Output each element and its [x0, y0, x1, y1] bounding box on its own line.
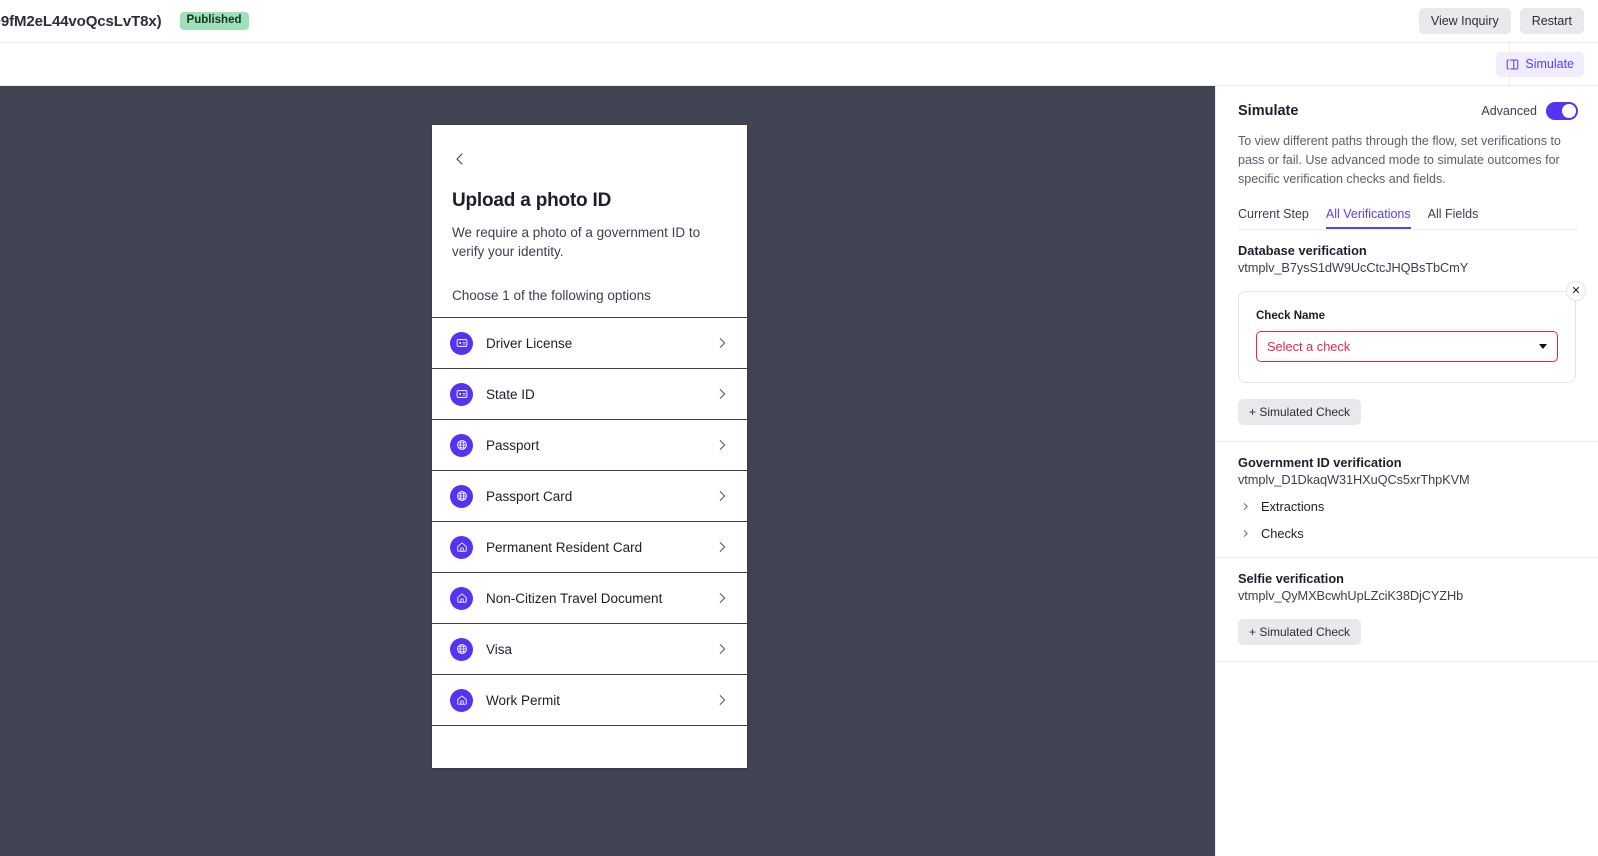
globe-icon	[450, 433, 473, 457]
chevron-right-icon	[715, 591, 729, 605]
verification-section: Selfie verification vtmplv_QyMXBcwhUpLZci…	[1216, 558, 1598, 662]
id-option-label: State ID	[486, 386, 535, 402]
id-option-row[interactable]: Passport Card	[432, 471, 747, 523]
verification-sections: Database verification vtmplv_B7ysS1dW9UcC…	[1216, 230, 1598, 662]
panel-title: Simulate	[1238, 103, 1299, 119]
simulate-panel-header: Simulate Advanced To view different path…	[1216, 86, 1598, 230]
tree-row-extractions[interactable]: Extractions	[1238, 499, 1576, 514]
home-icon	[450, 586, 473, 610]
id-option-row[interactable]: Work Permit	[432, 675, 747, 727]
verification-section: Government ID verification vtmplv_D1DkaqW…	[1216, 442, 1598, 558]
tree-row-checks[interactable]: Checks	[1238, 526, 1576, 541]
verification-title: Government ID verification	[1238, 455, 1402, 470]
id-option-label: Visa	[486, 641, 513, 657]
advanced-label: Advanced	[1481, 104, 1537, 118]
id-card-icon	[450, 382, 473, 406]
id-option-list: Driver License State ID Passport Passport C…	[432, 317, 747, 727]
divider	[1509, 43, 1510, 87]
home-icon	[450, 688, 473, 712]
panel-tabs: Current Step All Verifications All Fields	[1238, 207, 1578, 230]
sub-bar: Simulate	[0, 42, 1598, 87]
chevron-right-icon	[715, 336, 729, 350]
verification-section: Database verification vtmplv_B7ysS1dW9UcC…	[1216, 230, 1598, 442]
page-title: yhQ9fM2eL44voQcsLvT8x)	[0, 12, 162, 30]
card-choose-text: Choose 1 of the following options	[452, 288, 651, 304]
id-option-row[interactable]: Permanent Resident Card	[432, 522, 747, 574]
verification-id: vtmplv_QyMXBcwhUpLZciK38DjCYZHb	[1238, 588, 1464, 603]
chevron-right-icon	[1241, 502, 1250, 511]
card-title: Upload a photo ID	[452, 190, 612, 211]
id-option-row[interactable]: Non-Citizen Travel Document	[432, 573, 747, 625]
verification-title: Selfie verification	[1238, 571, 1344, 586]
close-icon[interactable]: ✕	[1566, 281, 1586, 301]
verification-title: Database verification	[1238, 243, 1367, 258]
verification-id: vtmplv_B7ysS1dW9UcCtcJHQBsTbCmY	[1238, 260, 1469, 275]
chevron-left-icon	[452, 151, 468, 167]
tab-current-step[interactable]: Current Step	[1238, 207, 1309, 229]
id-option-row[interactable]: Driver License	[432, 318, 747, 370]
chevron-right-icon	[715, 387, 729, 401]
add-simulated-check-button[interactable]: + Simulated Check	[1238, 619, 1362, 645]
chevron-right-icon	[715, 642, 729, 656]
advanced-control: Advanced	[1481, 102, 1578, 120]
tree-row-label: Checks	[1261, 526, 1304, 541]
chevron-right-icon	[715, 438, 729, 452]
preview-card-header: Upload a photo ID We require a photo of …	[432, 125, 747, 317]
id-option-row[interactable]: Passport	[432, 420, 747, 472]
id-option-label: Driver License	[486, 335, 573, 351]
advanced-toggle[interactable]	[1546, 102, 1578, 120]
chevron-right-icon	[1241, 529, 1250, 538]
chevron-right-icon	[715, 540, 729, 554]
tab-all-verifications[interactable]: All Verifications	[1326, 207, 1411, 229]
restart-button[interactable]: Restart	[1519, 7, 1584, 35]
check-name-label: Check Name	[1256, 310, 1326, 322]
card-description: We require a photo of a government ID to…	[452, 225, 701, 260]
tab-all-fields[interactable]: All Fields	[1428, 207, 1479, 229]
status-badge: Published	[179, 11, 249, 31]
globe-icon	[450, 637, 473, 661]
panel-description: To view different paths through the flow…	[1238, 134, 1561, 186]
top-bar: yhQ9fM2eL44voQcsLvT8x) Published View In…	[0, 0, 1598, 42]
home-icon	[450, 535, 473, 559]
toggle-knob	[1562, 104, 1576, 118]
chevron-right-icon	[715, 489, 729, 503]
verification-id: vtmplv_D1DkaqW31HXuQCs5xrThpKVM	[1238, 472, 1470, 487]
id-option-label: Passport	[486, 437, 540, 453]
id-option-label: Permanent Resident Card	[486, 539, 643, 555]
id-option-label: Non-Citizen Travel Document	[486, 590, 663, 606]
top-bar-actions: View Inquiry Restart	[1418, 7, 1598, 35]
simulated-check-card: ✕ Check Name Select a check	[1238, 281, 1586, 383]
back-button[interactable]	[452, 147, 476, 171]
add-simulated-check-button[interactable]: + Simulated Check	[1238, 399, 1362, 425]
tree-row-label: Extractions	[1261, 499, 1325, 514]
id-option-label: Passport Card	[486, 488, 573, 504]
id-option-label: Work Permit	[486, 692, 561, 708]
preview-card: Upload a photo ID We require a photo of …	[432, 125, 747, 768]
chevron-right-icon	[715, 693, 729, 707]
view-inquiry-button[interactable]: View Inquiry	[1418, 7, 1511, 35]
caret-down-icon	[1539, 344, 1547, 349]
check-name-placeholder: Select a check	[1267, 339, 1351, 354]
id-card-icon	[450, 331, 473, 355]
simulate-panel: Simulate Advanced To view different path…	[1215, 86, 1598, 856]
id-option-row[interactable]: State ID	[432, 369, 747, 421]
check-name-select[interactable]: Select a check	[1256, 331, 1558, 362]
id-option-row[interactable]: Visa	[432, 624, 747, 676]
simulate-label: Simulate	[1525, 56, 1574, 71]
globe-icon	[450, 484, 473, 508]
